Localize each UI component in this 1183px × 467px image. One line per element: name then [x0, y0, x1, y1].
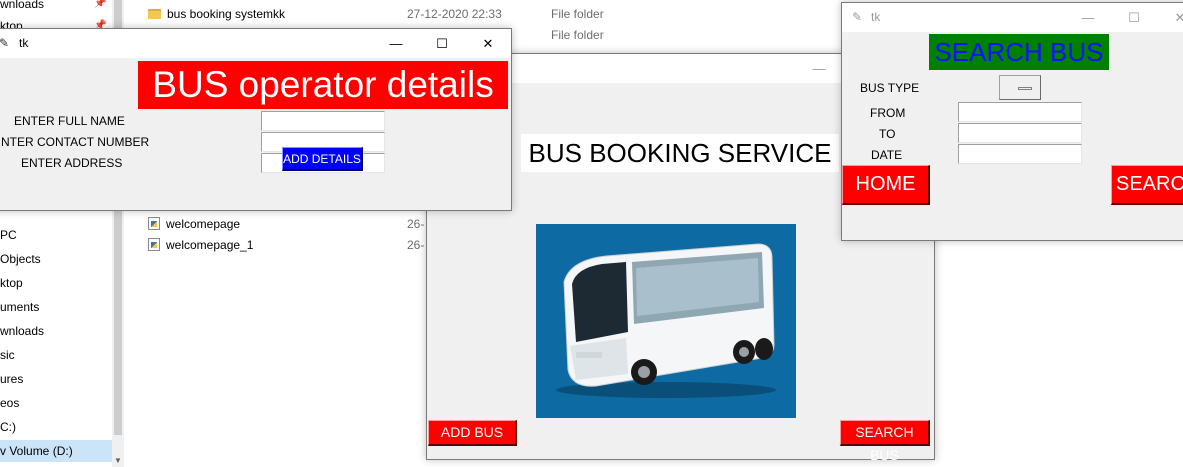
operator-window: ✎ tk — ☐ ✕ BUS operator details ENTER FU… [0, 28, 512, 211]
search-window-body: SEARCH BUS BUS TYPE FROM TO DATE HOME SE… [842, 32, 1183, 240]
nav-item-label: wnloads [0, 0, 45, 11]
close-button[interactable]: ✕ [465, 29, 511, 58]
nav-item-pictures[interactable]: ures [0, 368, 112, 390]
to-input[interactable] [958, 123, 1082, 143]
bus-icon [536, 224, 796, 418]
search-bus-button[interactable]: SEARCH BUS [840, 420, 930, 463]
file-row[interactable]: welcomepage_1 [148, 235, 253, 256]
to-label: TO [879, 127, 896, 141]
nav-item-label: PC [0, 228, 17, 242]
address-label: ENTER ADDRESS [21, 156, 123, 170]
minimize-button[interactable]: — [373, 29, 419, 58]
nav-item-local-disk-c[interactable]: C:) [0, 416, 112, 438]
bus-image [536, 224, 796, 418]
file-name: welcomepage [166, 217, 241, 231]
bus-type-dropdown[interactable] [999, 75, 1041, 100]
from-label: FROM [870, 106, 906, 120]
nav-item-label: ktop [0, 276, 23, 290]
file-date: 26- [407, 238, 425, 252]
python-file-icon [148, 238, 160, 251]
search-button[interactable]: SEARC [1111, 165, 1183, 205]
nav-item-label: sic [0, 348, 15, 362]
date-input[interactable] [958, 144, 1082, 164]
nav-item-desktop[interactable]: ktop [0, 272, 112, 294]
file-type: File folder [551, 7, 604, 21]
window-title: tk [19, 36, 29, 50]
file-date: 26- [407, 217, 425, 231]
nav-item-label: wnloads [0, 324, 45, 338]
nav-item-label: C:) [0, 420, 16, 434]
file-row[interactable]: bus booking systemkk [148, 4, 285, 25]
close-button[interactable]: ✕ [1157, 3, 1183, 32]
nav-item-downloads[interactable]: wnloads [0, 320, 112, 342]
folder-icon [148, 9, 161, 19]
home-button[interactable]: HOME [842, 165, 930, 205]
from-input[interactable] [958, 102, 1082, 122]
date-label: DATE [871, 148, 903, 162]
search-header: SEARCH BUS [929, 34, 1109, 70]
scroll-down-arrow-icon[interactable]: ▼ [112, 455, 124, 467]
full-name-label: ENTER FULL NAME [14, 114, 125, 128]
contact-number-label: NTER CONTACT NUMBER [1, 135, 150, 149]
file-name: bus booking systemkk [167, 7, 286, 21]
nav-item-label: uments [0, 300, 40, 314]
feather-icon: ✎ [0, 36, 10, 50]
window-title: tk [871, 10, 881, 24]
file-date: 27-12-2020 22:33 [407, 7, 502, 21]
bus-type-label: BUS TYPE [860, 81, 920, 95]
file-type: File folder [551, 28, 604, 42]
nav-item-documents[interactable]: uments [0, 296, 112, 318]
nav-item-label: ures [0, 372, 24, 386]
nav-item-videos[interactable]: eos [0, 392, 112, 414]
file-row[interactable]: welcomepage [148, 214, 240, 235]
maximize-button[interactable]: ☐ [1111, 3, 1157, 32]
add-bus-button[interactable]: ADD BUS [428, 420, 517, 446]
operator-header: BUS operator details [138, 61, 508, 109]
nav-item-3d-objects[interactable]: Objects [0, 248, 112, 270]
feather-icon: ✎ [852, 10, 863, 24]
nav-item-this-pc[interactable]: PC [0, 224, 112, 246]
main-heading: BUS BOOKING SERVICE [521, 134, 839, 172]
nav-item-label: Objects [0, 252, 41, 266]
minimize-button[interactable]: — [1065, 3, 1111, 32]
nav-item-downloads-quick[interactable]: wnloads 📌 [0, 0, 112, 15]
nav-item-music[interactable]: sic [0, 344, 112, 366]
nav-item-new-volume-d[interactable]: v Volume (D:) [0, 440, 112, 462]
dropdown-indicator-icon [1018, 87, 1032, 90]
add-details-button[interactable]: ADD DETAILS [282, 147, 363, 171]
full-name-input[interactable] [261, 111, 385, 131]
search-window: ✎ tk — ☐ ✕ SEARCH BUS BUS TYPE FROM TO D… [841, 2, 1183, 241]
minimize-button[interactable]: — [796, 54, 842, 83]
nav-item-label: v Volume (D:) [0, 444, 73, 458]
search-window-titlebar[interactable]: ✎ tk — ☐ ✕ [842, 3, 1183, 32]
file-name: welcomepage_1 [166, 238, 254, 252]
pin-icon: 📌 [94, 0, 107, 9]
operator-window-titlebar[interactable]: ✎ tk — ☐ ✕ [0, 29, 511, 58]
nav-item-label: eos [0, 396, 20, 410]
maximize-button[interactable]: ☐ [419, 29, 465, 58]
python-file-icon [148, 217, 160, 230]
